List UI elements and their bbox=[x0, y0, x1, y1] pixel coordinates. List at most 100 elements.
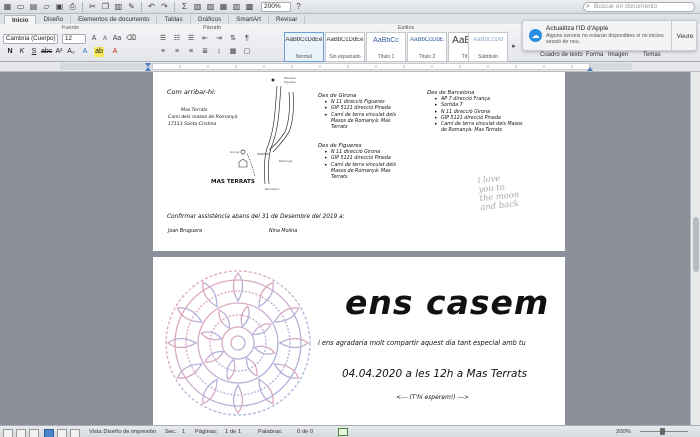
apple-id-notification[interactable]: ☁ Actualitza l'ID d'Apple Alguns serveis… bbox=[522, 20, 698, 52]
superscript-icon[interactable]: A² bbox=[54, 47, 64, 57]
new-document-icon[interactable]: ▭ bbox=[15, 1, 26, 12]
templates-icon[interactable]: ▤ bbox=[28, 1, 39, 12]
media-icon[interactable]: ▩ bbox=[244, 1, 255, 12]
table-icon[interactable]: ▦ bbox=[218, 1, 229, 12]
page-2[interactable]: ens casem i ens agradaria molt compartir… bbox=[153, 257, 565, 425]
document-canvas[interactable]: Com arribar-hi: Mas Terrats Camí dels ma… bbox=[0, 72, 690, 425]
increase-indent-icon[interactable]: ⇥ bbox=[214, 34, 224, 44]
zoom-level: 200% bbox=[616, 429, 631, 435]
standard-toolbar: ▦ ▭ ▤ ▱ ▣ ⎙ ✂ ❐ ▥ ✎ ↶ ↷ Σ ▧ ▨ ▦ ▥ ▩ 200%… bbox=[0, 0, 700, 14]
contact-name-2: Nina Molina bbox=[269, 229, 298, 234]
notification-body: Alguns serveis no estaran disponibles si… bbox=[546, 33, 664, 45]
love-quote: i love you to the moon and back bbox=[477, 172, 520, 212]
section-label: Sec. bbox=[165, 429, 177, 435]
shrink-font-icon[interactable]: A bbox=[100, 34, 110, 44]
redo-icon[interactable]: ↷ bbox=[159, 1, 170, 12]
help-icon[interactable]: ? bbox=[293, 1, 304, 12]
decrease-indent-icon[interactable]: ⇤ bbox=[200, 34, 210, 44]
open-icon[interactable]: ▱ bbox=[41, 1, 52, 12]
underline-icon[interactable]: S bbox=[29, 47, 39, 57]
clear-format-icon[interactable]: ⌫ bbox=[126, 34, 136, 44]
save-icon[interactable]: ▣ bbox=[54, 1, 65, 12]
tab-smartart[interactable]: SmartArt bbox=[229, 15, 269, 24]
tab-elementos[interactable]: Elementos de documento bbox=[71, 15, 158, 24]
map-destination-label: MAS TERRATS bbox=[211, 179, 255, 185]
font-size-select[interactable]: 12 bbox=[62, 34, 86, 44]
font-color-icon[interactable]: A bbox=[110, 47, 120, 57]
image-tool[interactable]: Imagen bbox=[608, 52, 628, 58]
toolbox-icon[interactable]: ▨ bbox=[205, 1, 216, 12]
sidebar-icon[interactable]: ▦ bbox=[2, 1, 13, 12]
themes-tool[interactable]: Temas bbox=[643, 52, 661, 58]
zoom-slider-thumb[interactable] bbox=[660, 428, 665, 435]
italic-icon[interactable]: K bbox=[17, 47, 27, 57]
styles-more-icon[interactable]: ▸ bbox=[509, 42, 519, 52]
tab-tablas[interactable]: Tablas bbox=[157, 15, 191, 24]
outline-view-button[interactable] bbox=[16, 429, 26, 437]
bullets-icon[interactable]: ☰ bbox=[158, 34, 168, 44]
invitation-date: 04.04.2020 a les 12h a Mas Terrats bbox=[342, 368, 528, 380]
sort-icon[interactable]: ⇅ bbox=[228, 34, 238, 44]
style-normal[interactable]: AaBbCcDdEe Normal bbox=[284, 32, 324, 62]
strikethrough-icon[interactable]: abc bbox=[41, 47, 52, 57]
route-list-figueres: N 11 direcció Girona GIP 5121 direcció P… bbox=[323, 150, 408, 181]
tab-revisar[interactable]: Revisar bbox=[269, 15, 306, 24]
style-heading-1[interactable]: AaBbCc Título 1 bbox=[366, 32, 406, 62]
show-marks-icon[interactable]: ¶ bbox=[242, 34, 252, 44]
notification-view-button[interactable]: Veure bbox=[671, 21, 698, 52]
format-painter-icon[interactable]: ✎ bbox=[126, 1, 137, 12]
styles-group-label: Estilos bbox=[398, 25, 415, 31]
change-case-icon[interactable]: Aa bbox=[112, 34, 122, 44]
route-list-barcelona: AP 7 direcció França Sortida 7 N 11 dire… bbox=[433, 97, 523, 135]
paste-icon[interactable]: ▥ bbox=[113, 1, 124, 12]
copy-icon[interactable]: ❐ bbox=[100, 1, 111, 12]
multilevel-icon[interactable]: ☰ bbox=[186, 34, 196, 44]
publishing-view-button[interactable] bbox=[29, 429, 39, 437]
cut-icon[interactable]: ✂ bbox=[87, 1, 98, 12]
font-group-label: Fuente bbox=[62, 25, 80, 31]
style-no-spacing[interactable]: AaBbCcDdEe Sin espaciado bbox=[325, 32, 365, 62]
map-heading: Com arribar-hi: bbox=[167, 88, 216, 96]
tab-graficos[interactable]: Gráficos bbox=[191, 15, 230, 24]
textbox-tool[interactable]: Cuadro de texto bbox=[540, 52, 583, 58]
words-label: Palabras: bbox=[258, 429, 283, 435]
undo-icon[interactable]: ↶ bbox=[146, 1, 157, 12]
style-subtitle[interactable]: AaBbCcDd Subtítulo bbox=[468, 32, 508, 62]
draft-view-button[interactable] bbox=[3, 429, 13, 437]
subscript-icon[interactable]: A₂ bbox=[66, 47, 76, 57]
style-heading-2[interactable]: AaBbCcDdE Título 2 bbox=[407, 32, 447, 62]
shading-icon[interactable]: ▩ bbox=[228, 47, 238, 57]
print-layout-view-button[interactable] bbox=[44, 429, 54, 437]
numbering-icon[interactable]: ☷ bbox=[172, 34, 182, 44]
align-right-icon[interactable]: ≡ bbox=[186, 47, 196, 57]
notification-title: Actualitza l'ID d'Apple bbox=[546, 25, 609, 32]
shape-tool[interactable]: Forma bbox=[586, 52, 603, 58]
highlight-icon[interactable]: ab bbox=[94, 47, 104, 57]
align-center-icon[interactable]: ≡ bbox=[172, 47, 182, 57]
gallery-icon[interactable]: ▧ bbox=[192, 1, 203, 12]
vertical-scrollbar[interactable] bbox=[690, 72, 700, 425]
grow-font-icon[interactable]: A bbox=[89, 34, 99, 44]
line-spacing-icon[interactable]: ↕ bbox=[214, 47, 224, 57]
print-icon[interactable]: ⎙ bbox=[67, 1, 78, 12]
search-input[interactable]: ⌕ Buscar en documento bbox=[583, 2, 695, 12]
sum-icon[interactable]: Σ bbox=[179, 1, 190, 12]
horizontal-ruler[interactable] bbox=[0, 62, 700, 72]
bold-icon[interactable]: N bbox=[5, 47, 15, 57]
status-bar: Vista Diseño de impresión Sec. 1 Páginas… bbox=[0, 425, 700, 437]
scrollbar-thumb[interactable] bbox=[693, 217, 699, 272]
tab-diseno[interactable]: Diseño bbox=[36, 15, 72, 24]
spellcheck-icon[interactable] bbox=[338, 428, 348, 436]
page-1[interactable]: Com arribar-hi: Mas Terrats Camí dels ma… bbox=[153, 72, 565, 251]
align-left-icon[interactable]: ≡ bbox=[158, 47, 168, 57]
focus-view-button[interactable] bbox=[70, 429, 80, 437]
notebook-view-button[interactable] bbox=[57, 429, 67, 437]
zoom-select[interactable]: 200% bbox=[261, 1, 291, 12]
tab-inicio[interactable]: Inicio bbox=[4, 15, 37, 24]
map-place-label: Figueres bbox=[284, 80, 296, 84]
font-name-select[interactable]: Cambria (Cuerpo) bbox=[3, 34, 58, 44]
justify-icon[interactable]: ≣ bbox=[200, 47, 210, 57]
borders-icon[interactable]: ▢ bbox=[242, 47, 252, 57]
text-effects-icon[interactable]: A bbox=[80, 47, 90, 57]
columns-icon[interactable]: ▥ bbox=[231, 1, 242, 12]
